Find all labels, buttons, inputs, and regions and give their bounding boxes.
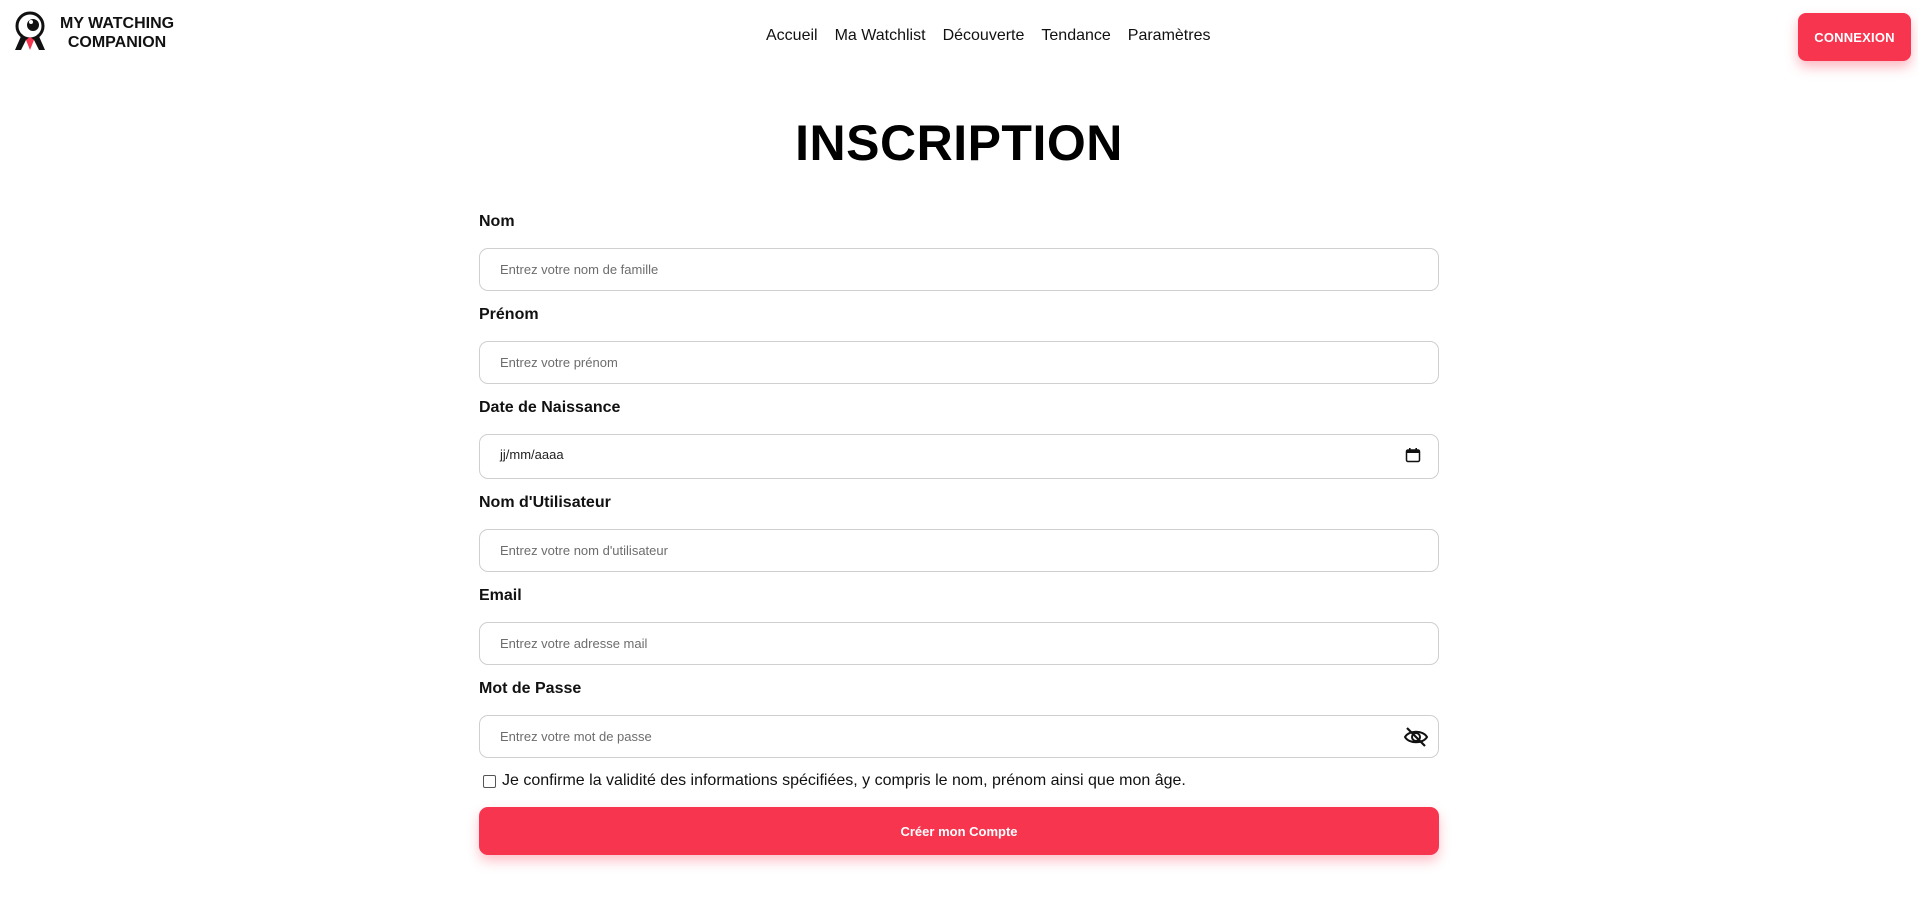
nav-link-tendance[interactable]: Tendance	[1041, 27, 1110, 45]
prenom-label: Prénom	[479, 306, 539, 323]
birthdate-input-wrap: jj/mm/aaaa	[479, 434, 1439, 479]
nav-link-watchlist[interactable]: Ma Watchlist	[835, 27, 926, 45]
email-group: Email	[479, 584, 1439, 677]
email-input-wrap	[479, 622, 1439, 665]
nav-link-decouverte[interactable]: Découverte	[943, 27, 1025, 45]
email-input[interactable]	[479, 622, 1439, 665]
create-account-button[interactable]: Créer mon Compte	[479, 807, 1439, 855]
logo-icon	[15, 11, 45, 50]
birthdate-group: Date de Naissance jj/mm/aaaa	[479, 396, 1439, 491]
nom-group: Nom	[479, 210, 1439, 303]
birthdate-input[interactable]	[479, 434, 1439, 479]
confirm-label: Je confirme la validité des informations…	[502, 772, 1186, 789]
page-title: INSCRIPTION	[795, 115, 1123, 171]
logo-text: MY WATCHING COMPANION	[60, 14, 174, 52]
email-label: Email	[479, 587, 522, 604]
main-nav: Accueil Ma Watchlist Découverte Tendance…	[766, 27, 1210, 45]
site-header: MY WATCHING COMPANION Accueil Ma Watchli…	[0, 0, 1918, 76]
password-input[interactable]	[479, 715, 1439, 758]
password-label: Mot de Passe	[479, 680, 582, 697]
prenom-group: Prénom	[479, 303, 1439, 396]
calendar-icon[interactable]	[1405, 447, 1421, 463]
username-group: Nom d'Utilisateur	[479, 491, 1439, 584]
logo-text-line2: COMPANION	[67, 34, 167, 51]
password-group: Mot de Passe	[479, 677, 1439, 770]
birthdate-label: Date de Naissance	[479, 399, 621, 416]
nom-input[interactable]	[479, 248, 1439, 291]
nom-label: Nom	[479, 213, 515, 230]
eye-slash-icon[interactable]	[1403, 724, 1429, 750]
prenom-input-wrap	[479, 341, 1439, 384]
username-label: Nom d'Utilisateur	[479, 494, 611, 511]
confirm-row: Je confirme la validité des informations…	[479, 772, 1186, 790]
username-input-wrap	[479, 529, 1439, 572]
nav-link-parametres[interactable]: Paramètres	[1128, 27, 1211, 45]
username-input[interactable]	[479, 529, 1439, 572]
signup-form: Nom Prénom Date de Naissance jj/mm/aaaa …	[479, 210, 1439, 855]
logo-text-line1: MY WATCHING	[60, 15, 175, 32]
logo[interactable]: MY WATCHING COMPANION	[12, 10, 174, 56]
login-button[interactable]: CONNEXION	[1798, 13, 1911, 61]
nav-link-accueil[interactable]: Accueil	[766, 27, 818, 45]
confirm-checkbox[interactable]	[483, 774, 496, 788]
prenom-input[interactable]	[479, 341, 1439, 384]
password-input-wrap	[479, 715, 1439, 758]
nom-input-wrap	[479, 248, 1439, 291]
